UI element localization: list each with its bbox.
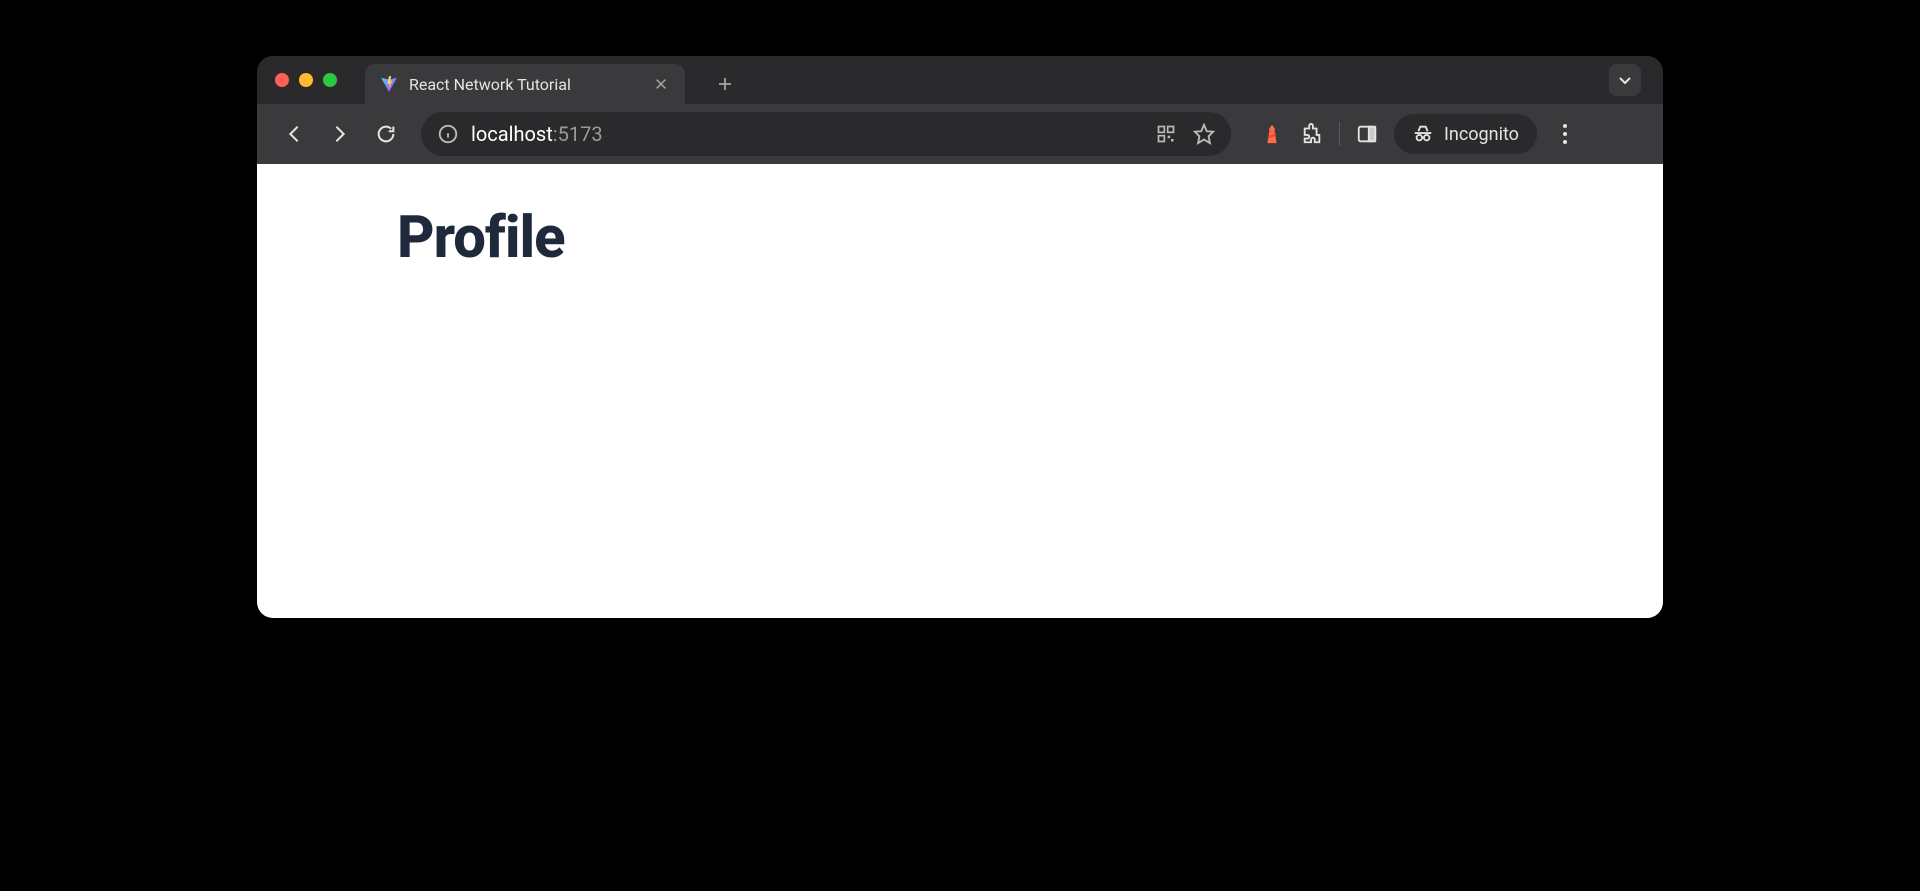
- window-maximize-button[interactable]: [323, 73, 337, 87]
- qr-code-icon[interactable]: [1155, 123, 1177, 145]
- browser-menu-button[interactable]: [1551, 120, 1579, 148]
- site-info-icon[interactable]: [437, 123, 459, 145]
- window-minimize-button[interactable]: [299, 73, 313, 87]
- browser-window: React Network Tutorial: [257, 56, 1663, 618]
- page-viewport: Profile: [257, 164, 1663, 618]
- vite-favicon-icon: [379, 74, 399, 94]
- toolbar: localhost:5173: [257, 104, 1663, 164]
- tab-close-button[interactable]: [651, 74, 671, 94]
- toolbar-divider: [1339, 122, 1340, 146]
- reload-button[interactable]: [367, 115, 405, 153]
- url-host: localhost: [471, 122, 553, 146]
- window-controls: [275, 73, 337, 87]
- incognito-icon: [1412, 123, 1434, 145]
- side-panel-icon[interactable]: [1354, 121, 1380, 147]
- address-bar[interactable]: localhost:5173: [421, 112, 1231, 156]
- back-button[interactable]: [275, 115, 313, 153]
- forward-button[interactable]: [321, 115, 359, 153]
- tab-title: React Network Tutorial: [409, 75, 641, 94]
- new-tab-button[interactable]: [713, 72, 737, 96]
- tabs-dropdown-button[interactable]: [1609, 64, 1641, 96]
- bookmark-star-icon[interactable]: [1193, 123, 1215, 145]
- lighthouse-extension-icon[interactable]: [1259, 121, 1285, 147]
- browser-tab[interactable]: React Network Tutorial: [365, 64, 685, 104]
- page-heading: Profile: [397, 204, 1523, 272]
- titlebar: React Network Tutorial: [257, 56, 1663, 104]
- window-close-button[interactable]: [275, 73, 289, 87]
- url-port: :5173: [553, 122, 603, 146]
- incognito-badge[interactable]: Incognito: [1394, 114, 1537, 154]
- address-text[interactable]: localhost:5173: [471, 122, 1143, 146]
- extensions-icon[interactable]: [1299, 121, 1325, 147]
- incognito-label: Incognito: [1444, 124, 1519, 145]
